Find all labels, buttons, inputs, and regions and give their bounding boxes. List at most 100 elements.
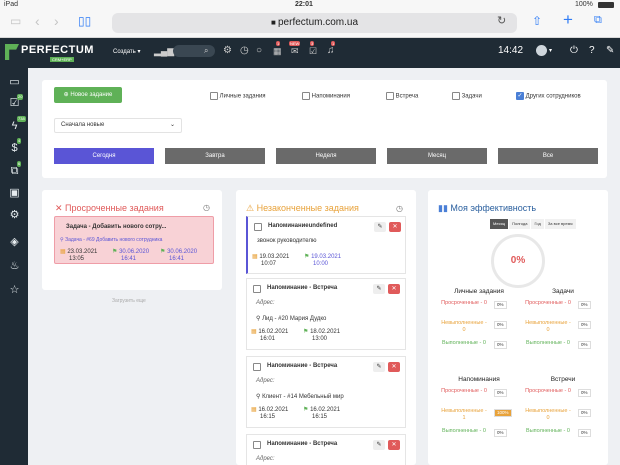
item-checkbox[interactable] xyxy=(253,441,261,449)
period-today-button[interactable]: Сегодня xyxy=(54,148,154,164)
filter-meeting[interactable]: Встреча xyxy=(386,92,418,100)
sort-select[interactable]: Сначала новые ⌄ xyxy=(54,118,182,133)
efficiency-row-value: 0% xyxy=(494,301,507,309)
overdue-task[interactable]: Задача - Добавить нового сотру... ⚲ Зада… xyxy=(54,216,214,264)
edit-icon[interactable]: ✎ xyxy=(373,440,385,450)
back-icon[interactable]: ‹ xyxy=(35,13,40,29)
chevron-down-icon[interactable]: ▾ xyxy=(549,47,552,54)
sidebar-star-icon[interactable]: ☆ xyxy=(8,284,21,297)
period-week-button[interactable]: Неделя xyxy=(276,148,376,164)
period-tomorrow-button[interactable]: Завтра xyxy=(165,148,265,164)
edit-icon[interactable]: ✎ xyxy=(374,222,386,232)
flag-icon: ⚑ xyxy=(304,254,310,260)
sidebar-flame-icon[interactable]: ♨ xyxy=(8,260,21,273)
create-menu[interactable]: Создать ▾ xyxy=(113,48,141,55)
item-link[interactable]: ⚲ Лид - #20 Мария Дудко xyxy=(256,315,326,322)
sidebar-monitor-icon[interactable]: ▭ xyxy=(8,76,21,89)
tab-all-time[interactable]: За все время xyxy=(544,219,576,229)
unfinished-item-4[interactable]: Напоминание - Встреча ✎ ✕ Адрес: xyxy=(246,434,406,465)
calendar-icon[interactable]: ▦ xyxy=(273,46,282,57)
item-link[interactable]: ⚲ Клиент - #14 Мебельный мир xyxy=(256,393,344,400)
item-checkbox[interactable] xyxy=(253,285,261,293)
settings-icon[interactable]: ⚙ xyxy=(223,45,232,56)
overdue-task-link[interactable]: ⚲ Задача - #69 Добавить нового сотрудник… xyxy=(60,237,162,243)
unfinished-item-1[interactable]: Напоминаниеundefined ✎ ✕ звонок руководи… xyxy=(246,216,406,274)
reload-icon[interactable]: ↻ xyxy=(497,14,506,27)
new-tab-icon[interactable]: + xyxy=(563,10,573,30)
forward-icon[interactable]: › xyxy=(54,13,59,29)
history-icon[interactable]: ◷ xyxy=(240,45,249,56)
overdue-title-text: Просроченные задания xyxy=(65,203,164,213)
unfinished-title: ⚠ Незаконченные задания xyxy=(246,203,359,213)
efficiency-row: Выполненные - 0 0% xyxy=(440,428,518,448)
checkbox-tasks[interactable] xyxy=(452,92,460,100)
delete-icon[interactable]: ✕ xyxy=(388,362,400,372)
efficiency-group-title: Задачи xyxy=(552,288,574,295)
efficiency-row-label: Просроченные - 0 xyxy=(525,388,571,394)
item-d2: 16.02.2021 xyxy=(310,407,341,413)
tab-year[interactable]: Год xyxy=(531,219,544,229)
stats-icon[interactable]: ▂▄▆ xyxy=(154,46,174,57)
delete-icon[interactable]: ✕ xyxy=(388,440,400,450)
search-icon[interactable]: ⌕ xyxy=(204,46,208,56)
edit-icon[interactable]: ✎ xyxy=(373,362,385,372)
filter-personal[interactable]: Личные задания xyxy=(210,92,266,100)
lock-icon: ■ xyxy=(270,18,278,27)
item-d1: 19.03.2021 xyxy=(259,254,290,260)
item-d2: 19.03.2021 xyxy=(311,254,342,260)
new-task-button[interactable]: ⊕ Новое задание xyxy=(54,87,122,103)
chat-icon[interactable]: ○ xyxy=(256,45,262,56)
filter-tasks[interactable]: Задачи xyxy=(452,92,482,100)
efficiency-row: Выполненные - 0 0% xyxy=(440,340,518,360)
sidebar-toggle-icon[interactable]: ▭ xyxy=(10,14,21,28)
efficiency-row-label: Просроченные - 0 xyxy=(441,388,487,394)
checkbox-meeting[interactable] xyxy=(386,92,394,100)
filter-reminders[interactable]: Напоминания xyxy=(302,92,350,100)
tab-month[interactable]: Месяц xyxy=(490,219,509,229)
avatar[interactable] xyxy=(536,45,547,56)
filter-others[interactable]: ✓ Других сотрудников xyxy=(516,92,581,100)
sidebar-badge-tasks: 20 xyxy=(17,94,24,100)
delete-icon[interactable]: ✕ xyxy=(389,222,401,232)
efficiency-row-label: Выполненные - 0 xyxy=(442,428,486,434)
tasks-icon[interactable]: ☑ xyxy=(309,46,317,57)
item-d1: 16.02.2021 xyxy=(258,407,289,413)
efficiency-row: Просроченные - 0 0% xyxy=(524,388,602,408)
sidebar-briefcase-icon[interactable]: ▣ xyxy=(8,187,21,200)
flag-icon: ⚑ xyxy=(112,249,118,255)
item-checkbox[interactable] xyxy=(253,363,261,371)
efficiency-row-value: 0% xyxy=(578,389,591,397)
load-more-link[interactable]: Загрузить еще xyxy=(112,298,146,304)
power-icon[interactable]: ⏻ xyxy=(570,45,578,56)
period-all-button[interactable]: Все xyxy=(498,148,598,164)
sidebar-layers-icon[interactable]: ◈ xyxy=(8,236,21,249)
delete-icon[interactable]: ✕ xyxy=(388,284,400,294)
unfinished-item-3[interactable]: Напоминание - Встреча ✎ ✕ Адрес: ⚲ Клиен… xyxy=(246,356,406,428)
item-checkbox[interactable] xyxy=(254,223,262,231)
item-title: Напоминание - Встреча xyxy=(267,441,338,447)
tab-half-year[interactable]: Полгода xyxy=(509,219,531,229)
unfinished-item-2[interactable]: Напоминание - Встреча ✎ ✕ Адрес: ⚲ Лид -… xyxy=(246,278,406,350)
bookmarks-icon[interactable]: ▯▯ xyxy=(78,14,91,28)
help-icon[interactable]: ? xyxy=(589,45,595,56)
wrench-icon[interactable]: ✎ xyxy=(606,45,614,56)
share-icon[interactable]: ⇧ xyxy=(532,14,542,28)
sort-value: Сначала новые xyxy=(61,122,105,128)
checkbox-personal[interactable] xyxy=(210,92,218,100)
url-bar[interactable]: ■ perfectum.com.ua xyxy=(112,13,517,33)
sidebar-gear-icon[interactable]: ⚙ xyxy=(8,209,21,222)
mail-icon[interactable]: ✉ xyxy=(291,46,299,57)
efficiency-gauge: 0% xyxy=(491,234,545,288)
item-title: Напоминаниеundefined xyxy=(268,223,338,229)
checkbox-others[interactable]: ✓ xyxy=(516,92,524,100)
edit-icon[interactable]: ✎ xyxy=(373,284,385,294)
flag-icon: ⚑ xyxy=(303,329,309,335)
overdue-card: ✕ Просроченные задания ◷ Задача - Добави… xyxy=(42,190,222,290)
search-input[interactable]: ⌕ xyxy=(173,45,215,57)
bell-icon[interactable]: ♫ xyxy=(327,45,335,56)
tabs-icon[interactable]: ⧉ xyxy=(594,14,602,27)
checkbox-reminders[interactable] xyxy=(302,92,310,100)
period-month-button[interactable]: Месяц xyxy=(387,148,487,164)
filter-reminders-label: Напоминания xyxy=(311,93,350,100)
efficiency-row-value: 0% xyxy=(578,429,591,437)
